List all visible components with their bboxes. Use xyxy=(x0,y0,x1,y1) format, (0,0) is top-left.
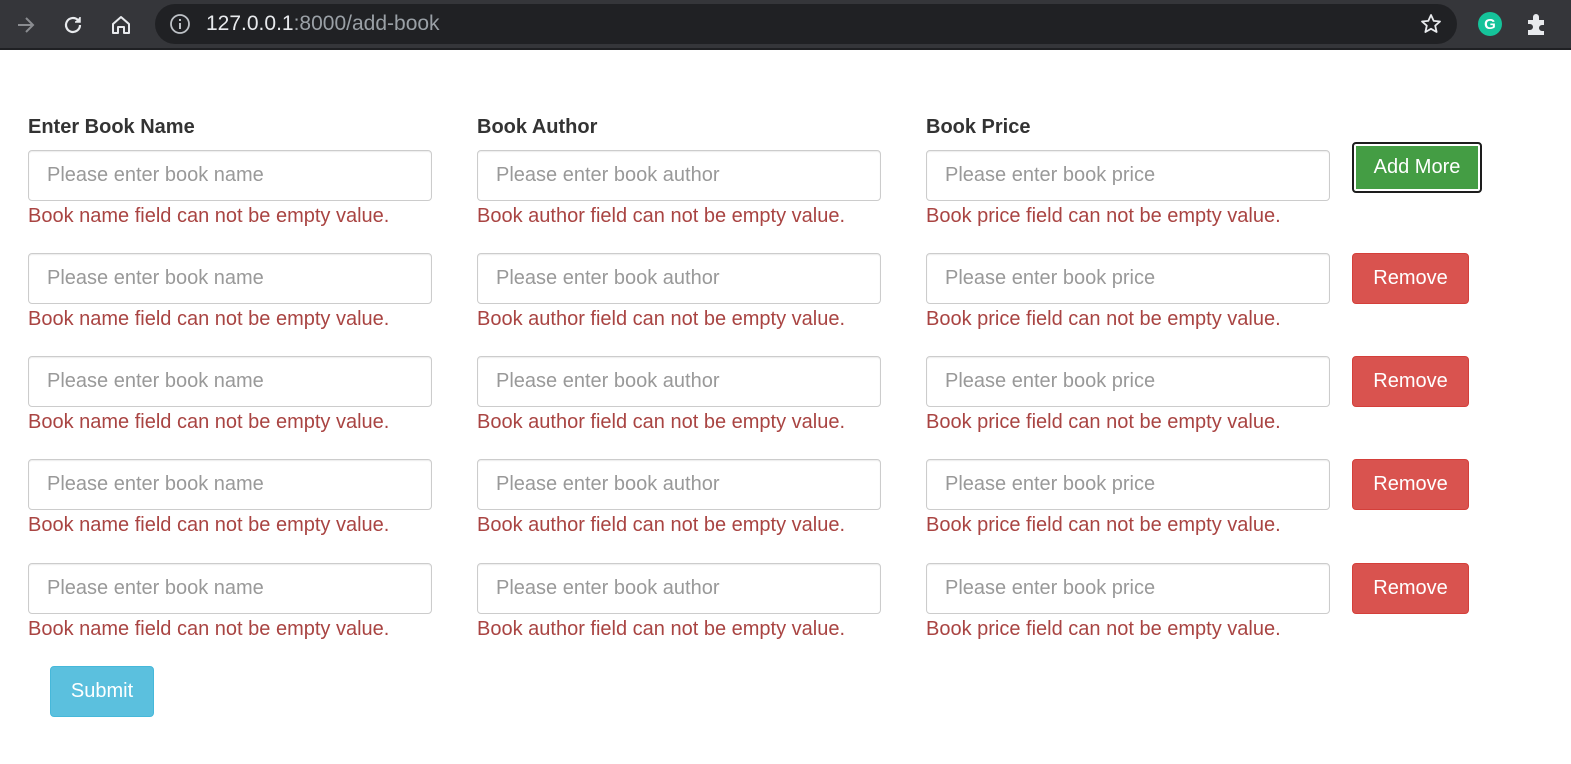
remove-row-button[interactable]: Remove xyxy=(1352,563,1469,614)
grammarly-extension-icon[interactable]: G xyxy=(1478,12,1502,36)
book-price-error: Book price field can not be empty value. xyxy=(926,618,1281,640)
book-price-error: Book price field can not be empty value. xyxy=(926,514,1281,536)
book-name-error: Book name field can not be empty value. xyxy=(28,514,390,536)
book-name-error: Book name field can not be empty value. xyxy=(28,618,390,640)
grammarly-letter: G xyxy=(1484,15,1496,33)
book-author-error: Book author field can not be empty value… xyxy=(477,514,846,536)
book-price-input[interactable] xyxy=(926,150,1330,201)
address-bar[interactable]: 127.0.0.1:8000/add-book xyxy=(155,4,1457,44)
url-host: 127.0.0.1 xyxy=(206,12,294,35)
remove-row-button[interactable]: Remove xyxy=(1352,253,1469,304)
book-name-error: Book name field can not be empty value. xyxy=(28,205,390,227)
forward-icon[interactable] xyxy=(11,10,41,40)
book-price-input[interactable] xyxy=(926,356,1330,407)
remove-row-button[interactable]: Remove xyxy=(1352,459,1469,510)
book-name-input[interactable] xyxy=(28,356,432,407)
book-name-label: Enter Book Name xyxy=(28,116,195,138)
submit-button[interactable]: Submit xyxy=(50,666,154,717)
home-icon[interactable] xyxy=(106,10,136,40)
book-author-error: Book author field can not be empty value… xyxy=(477,411,846,433)
book-price-error: Book price field can not be empty value. xyxy=(926,308,1281,330)
book-name-error: Book name field can not be empty value. xyxy=(28,411,390,433)
remove-row-button[interactable]: Remove xyxy=(1352,356,1469,407)
book-author-input[interactable] xyxy=(477,356,881,407)
url-text: 127.0.0.1:8000/add-book xyxy=(206,13,440,35)
book-name-input[interactable] xyxy=(28,459,432,510)
book-name-input[interactable] xyxy=(28,150,432,201)
bookmark-star-icon[interactable] xyxy=(1419,12,1443,36)
book-price-input[interactable] xyxy=(926,563,1330,614)
book-author-error: Book author field can not be empty value… xyxy=(477,618,846,640)
book-name-input[interactable] xyxy=(28,563,432,614)
book-author-input[interactable] xyxy=(477,459,881,510)
reload-icon[interactable] xyxy=(58,10,88,40)
book-author-input[interactable] xyxy=(477,253,881,304)
book-author-error: Book author field can not be empty value… xyxy=(477,308,846,330)
book-name-error: Book name field can not be empty value. xyxy=(28,308,390,330)
book-price-label: Book Price xyxy=(926,116,1031,138)
book-price-error: Book price field can not be empty value. xyxy=(926,411,1281,433)
add-more-button[interactable]: Add More xyxy=(1352,142,1482,193)
book-author-input[interactable] xyxy=(477,563,881,614)
book-name-input[interactable] xyxy=(28,253,432,304)
book-author-label: Book Author xyxy=(477,116,598,138)
url-path: :8000/add-book xyxy=(293,12,440,35)
book-price-input[interactable] xyxy=(926,459,1330,510)
book-author-input[interactable] xyxy=(477,150,881,201)
browser-toolbar: 127.0.0.1:8000/add-book G xyxy=(0,0,1571,50)
book-author-error: Book author field can not be empty value… xyxy=(477,205,846,227)
book-price-error: Book price field can not be empty value. xyxy=(926,205,1281,227)
site-info-icon[interactable] xyxy=(169,13,191,35)
extensions-puzzle-icon[interactable] xyxy=(1524,11,1550,37)
book-price-input[interactable] xyxy=(926,253,1330,304)
